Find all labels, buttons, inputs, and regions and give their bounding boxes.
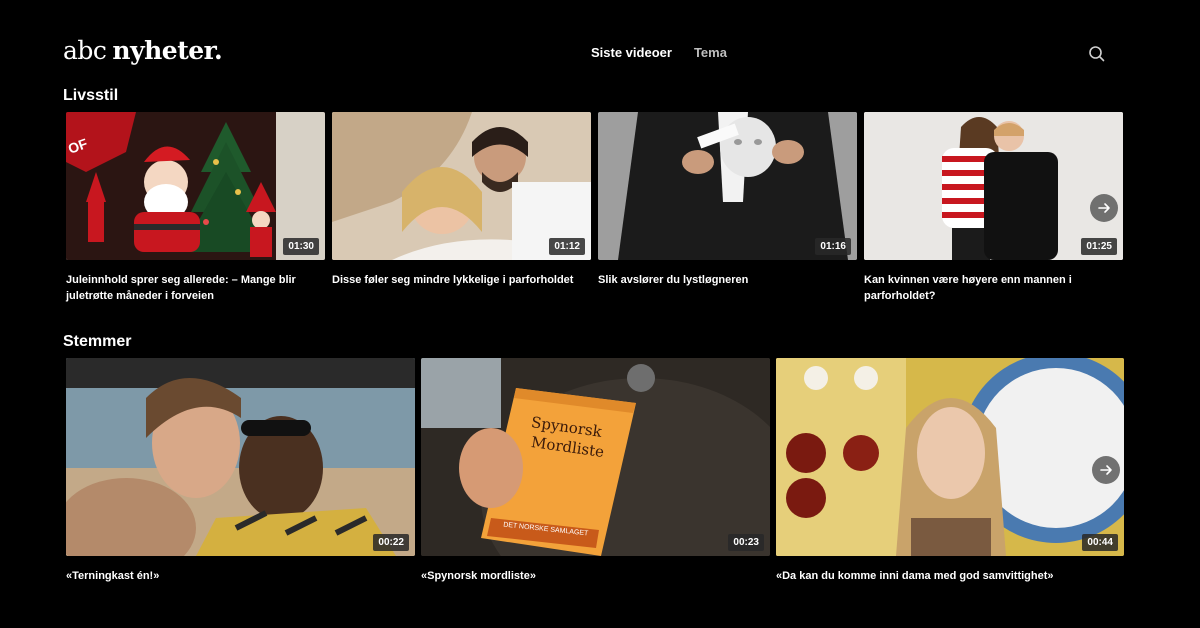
duration-badge: 00:23	[728, 534, 764, 551]
site-logo[interactable]: abc nyheter.	[63, 36, 223, 65]
duration-badge: 01:25	[1081, 238, 1117, 255]
arrow-right-icon	[1100, 465, 1112, 475]
video-thumbnail[interactable]: OF 01:30	[66, 112, 325, 260]
site-header: abc nyheter. Siste videoer Tema	[0, 0, 1200, 90]
duration-badge: 01:30	[283, 238, 319, 255]
next-arrow-button[interactable]	[1090, 194, 1118, 222]
video-caption[interactable]: Disse føler seg mindre lykkelige i parfo…	[332, 272, 591, 288]
video-thumbnail[interactable]: 00:44	[776, 358, 1124, 556]
video-row-livsstil: OF 01:30 Juleinnhold sprer seg allerede:…	[66, 112, 1123, 304]
video-card[interactable]: 01:25 Kan kvinnen være høyere enn mannen…	[864, 112, 1123, 304]
video-card[interactable]: 00:44 «Da kan du komme inni dama med god…	[776, 358, 1124, 584]
video-caption[interactable]: «Da kan du komme inni dama med god samvi…	[776, 568, 1124, 584]
video-thumbnail[interactable]: 01:12	[332, 112, 591, 260]
video-card[interactable]: 01:12 Disse føler seg mindre lykkelige i…	[332, 112, 591, 304]
video-caption[interactable]: «Terningkast én!»	[66, 568, 415, 584]
video-thumbnail[interactable]: Spynorsk Mordliste DET NORSKE SAMLAGET 0…	[421, 358, 770, 556]
arrow-right-icon	[1098, 203, 1110, 213]
video-thumbnail[interactable]: 00:22	[66, 358, 415, 556]
nav-item-tema[interactable]: Tema	[694, 45, 727, 60]
next-arrow-button[interactable]	[1092, 456, 1120, 484]
video-caption[interactable]: Juleinnhold sprer seg allerede: – Mange …	[66, 272, 325, 304]
duration-badge: 00:44	[1082, 534, 1118, 551]
video-card[interactable]: 00:22 «Terningkast én!»	[66, 358, 415, 584]
video-thumbnail[interactable]: 01:25	[864, 112, 1123, 260]
video-thumbnail[interactable]: 01:16	[598, 112, 857, 260]
video-caption[interactable]: «Spynorsk mordliste»	[421, 568, 770, 584]
main-nav: Siste videoer Tema	[591, 45, 727, 60]
video-card[interactable]: OF 01:30 Juleinnhold sprer seg allerede:…	[66, 112, 325, 304]
search-icon[interactable]	[1088, 45, 1106, 63]
video-card[interactable]: Spynorsk Mordliste DET NORSKE SAMLAGET 0…	[421, 358, 770, 584]
video-row-stemmer: 00:22 «Terningkast én!» Spynorsk Mordlis…	[66, 358, 1124, 584]
video-caption[interactable]: Slik avslører du lystløgneren	[598, 272, 857, 288]
nav-item-siste-videoer[interactable]: Siste videoer	[591, 45, 672, 60]
section-title-stemmer: Stemmer	[63, 333, 132, 350]
duration-badge: 00:22	[373, 534, 409, 551]
duration-badge: 01:16	[815, 238, 851, 255]
section-title-livsstil: Livsstil	[63, 87, 119, 104]
video-caption[interactable]: Kan kvinnen være høyere enn mannen i par…	[864, 272, 1123, 304]
duration-badge: 01:12	[549, 238, 585, 255]
video-card[interactable]: 01:16 Slik avslører du lystløgneren	[598, 112, 857, 304]
